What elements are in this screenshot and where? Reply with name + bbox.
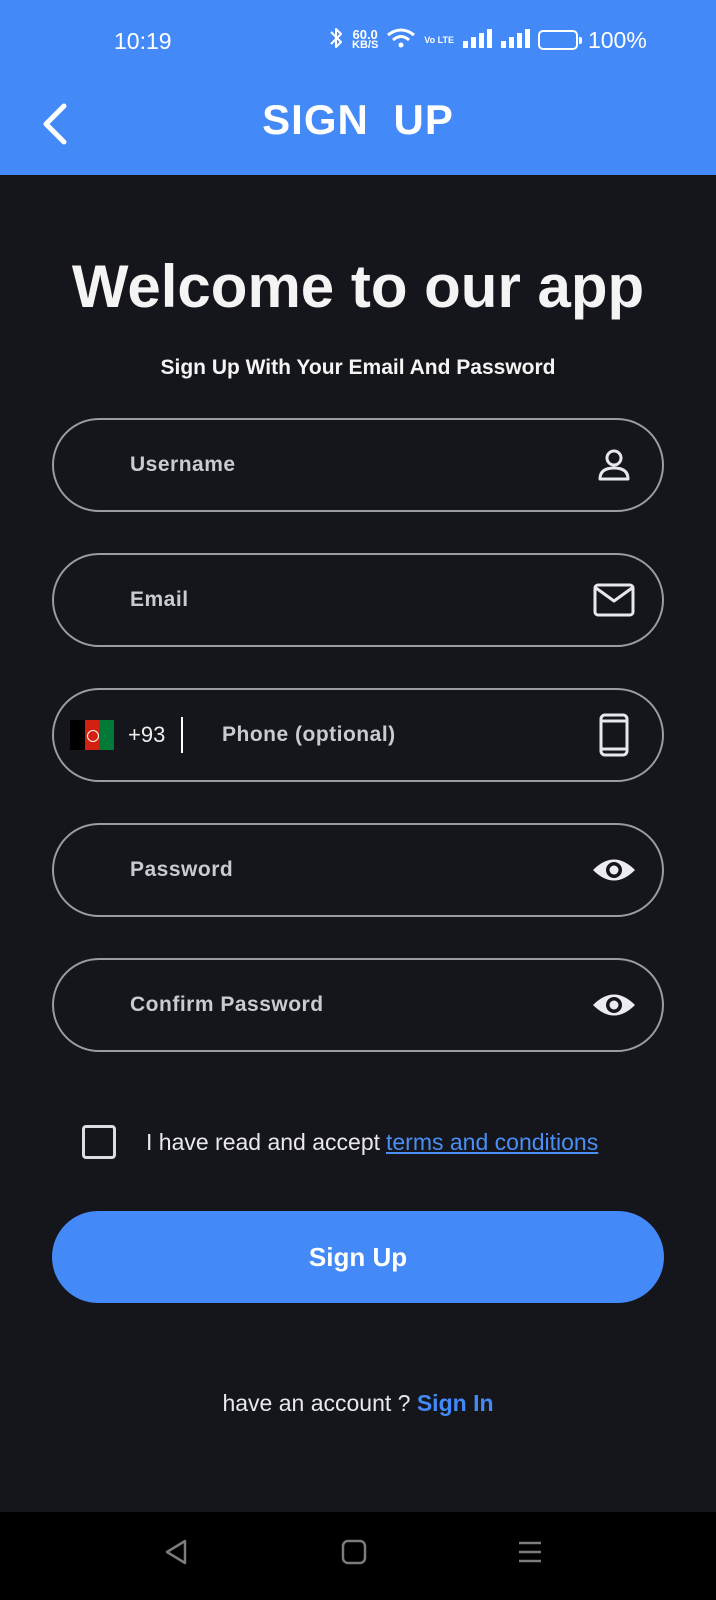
signup-subtitle: Sign Up With Your Email And Password: [160, 356, 556, 379]
terms-text: I have read and accept: [146, 1128, 380, 1155]
email-field-container: [52, 553, 664, 647]
eye-icon[interactable]: [590, 825, 638, 915]
status-time: 10:19: [114, 28, 172, 54]
terms-checkbox[interactable]: [82, 1125, 116, 1159]
country-code-picker[interactable]: +93: [70, 690, 184, 780]
signal-icon-sim1: [462, 28, 492, 53]
menu-lines-icon: [516, 1538, 544, 1571]
triangle-back-icon: [163, 1538, 189, 1571]
net-speed: 60.0 KB/S: [352, 28, 379, 51]
username-field-container: [52, 418, 664, 512]
welcome-heading: Welcome to our app: [71, 253, 645, 320]
email-input[interactable]: [130, 555, 570, 645]
nav-menu-button[interactable]: [506, 1530, 554, 1578]
square-home-icon: [340, 1538, 368, 1571]
terms-link[interactable]: terms and conditions: [386, 1129, 598, 1156]
signal-icon-sim2: [500, 28, 530, 53]
nav-home-button[interactable]: [330, 1530, 378, 1578]
password-input[interactable]: [130, 825, 570, 915]
afghanistan-flag-icon: [70, 720, 115, 750]
sign-up-button[interactable]: Sign Up: [52, 1211, 664, 1303]
status-icons: 60.0 KB/S Vo LTE 100%: [328, 24, 647, 56]
terms-row: I have read and accept terms and conditi…: [82, 1124, 598, 1160]
volte-label: Vo LTE: [424, 34, 454, 45]
battery-percent: 100%: [587, 26, 647, 53]
app-bar: SIGN UP: [0, 82, 716, 175]
phone-field-container: +93: [52, 688, 664, 782]
wifi-icon: [386, 27, 416, 54]
nav-back-button[interactable]: [152, 1530, 200, 1578]
confirm-password-input[interactable]: [130, 960, 570, 1050]
smartphone-icon: [590, 690, 638, 780]
password-field-container: [52, 823, 664, 917]
bluetooth-icon: [328, 26, 344, 55]
sign-in-link[interactable]: Sign In: [417, 1390, 494, 1416]
have-account-text: have an account ?: [222, 1390, 411, 1416]
status-bar: 10:19 60.0 KB/S Vo LTE 100%: [0, 0, 716, 82]
confirm-password-field-container: [52, 958, 664, 1052]
battery-icon: [537, 30, 582, 50]
system-nav-bar: [0, 1512, 716, 1600]
eye-icon[interactable]: [590, 960, 638, 1050]
dial-divider: [181, 717, 184, 753]
net-speed-unit: KB/S: [352, 39, 379, 51]
mail-icon: [590, 555, 638, 645]
dial-code: +93: [128, 722, 166, 747]
person-icon: [590, 420, 638, 510]
username-input[interactable]: [130, 420, 570, 510]
phone-input[interactable]: [222, 690, 562, 780]
sign-in-row: have an account ? Sign In: [0, 1390, 716, 1417]
page-title: SIGN UP: [262, 96, 454, 143]
